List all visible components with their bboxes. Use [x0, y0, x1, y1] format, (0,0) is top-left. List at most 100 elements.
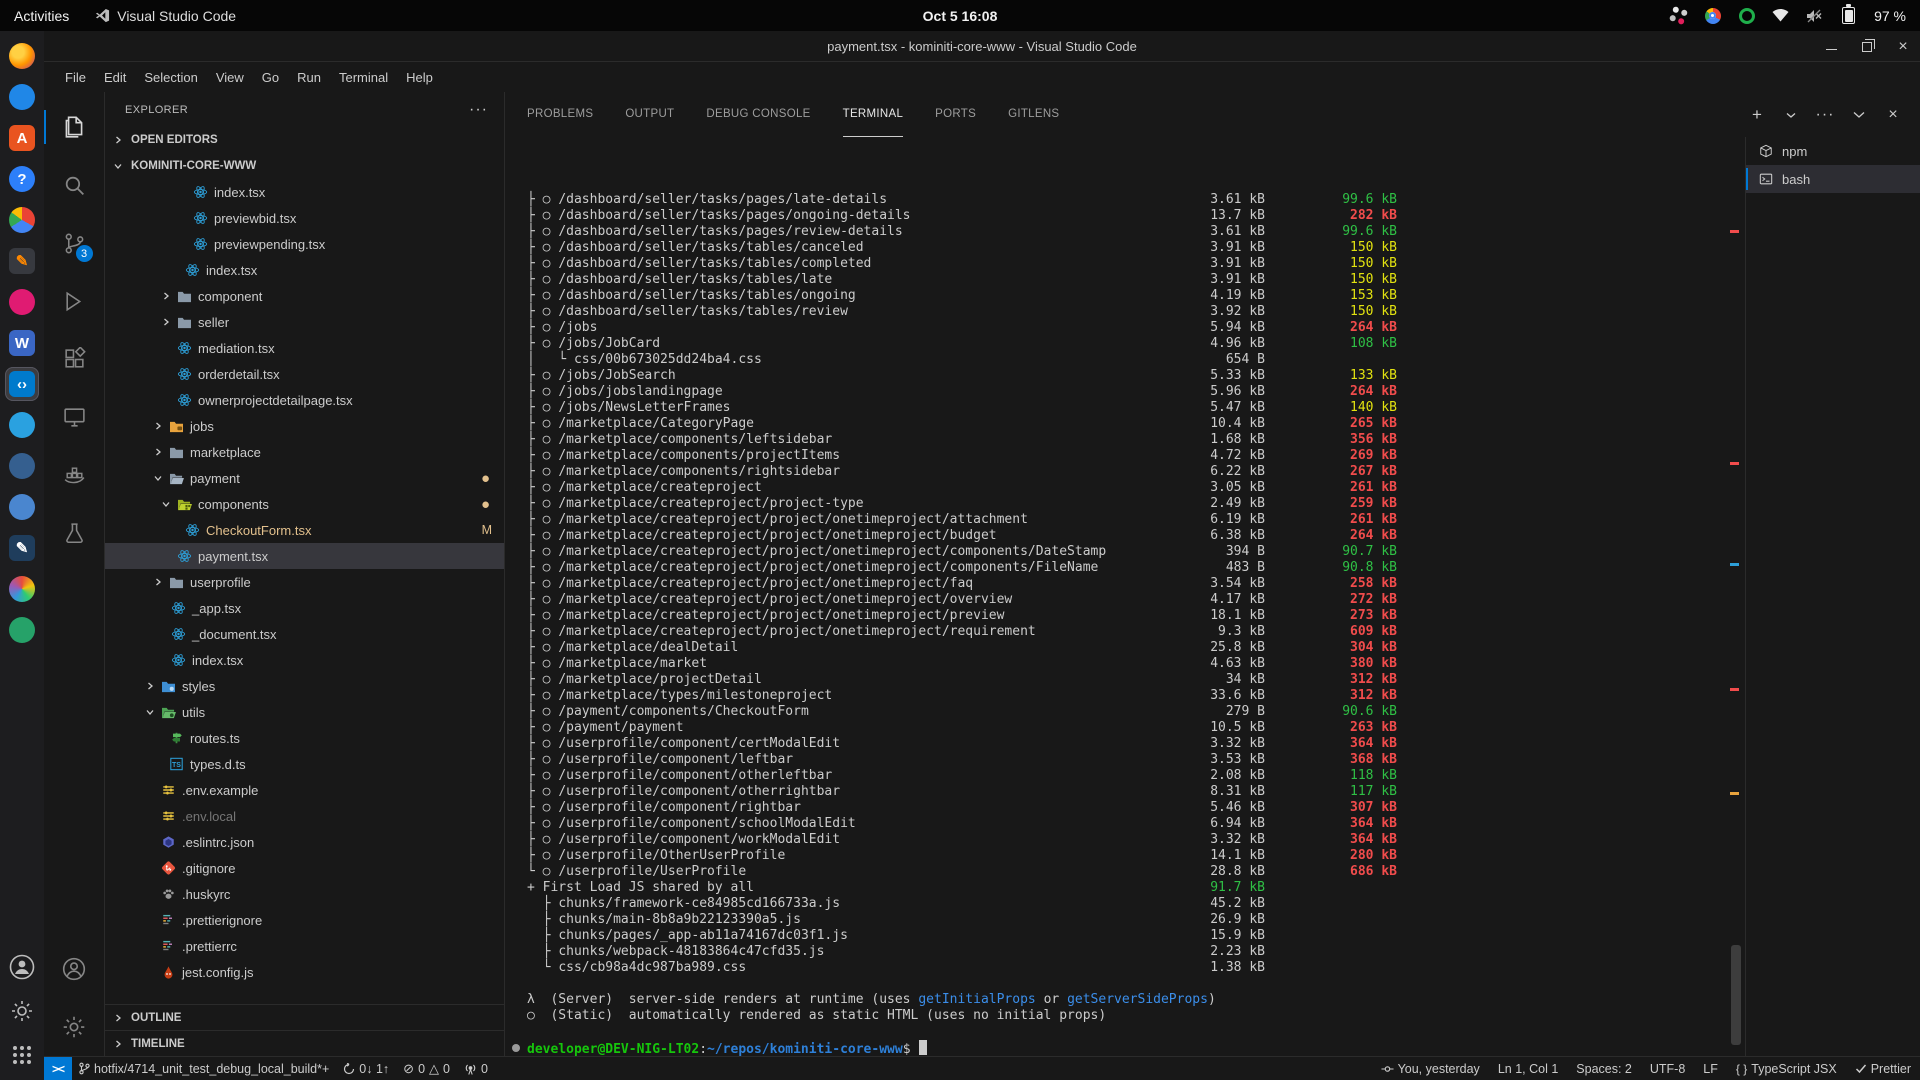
remote-indicator[interactable]: >< [44, 1057, 72, 1080]
terminal-profile-dropdown-icon[interactable] [1782, 106, 1800, 124]
menu-run[interactable]: Run [288, 66, 330, 89]
tree-item-file[interactable]: .env.example [105, 777, 504, 803]
statusbar-gitlens-blame[interactable]: You, yesterday [1372, 1057, 1489, 1080]
tree-item-folder[interactable]: components ● [105, 491, 504, 517]
activitybar-settings[interactable] [44, 998, 105, 1056]
tree-item-file[interactable]: index.tsx [105, 179, 504, 205]
notes-icon[interactable]: ✎ [5, 531, 39, 565]
root-folder-section[interactable]: KOMINITI-CORE-WWW [105, 153, 504, 179]
close-button[interactable]: × [1896, 40, 1910, 54]
statusbar-encoding[interactable]: UTF-8 [1641, 1057, 1694, 1080]
palette-icon[interactable] [5, 572, 39, 606]
tree-item-file[interactable]: TS types.d.ts [105, 751, 504, 777]
firefox-icon[interactable] [5, 39, 39, 73]
terminal-output[interactable]: ├ ○ /dashboard/seller/tasks/pages/late-d… [505, 137, 1727, 1056]
activitybar-testing[interactable] [44, 504, 105, 562]
vscode-icon[interactable]: ‹› [5, 367, 39, 401]
minimize-button[interactable] [1824, 40, 1838, 54]
tree-item-folder[interactable]: utils [105, 699, 504, 725]
clock[interactable]: Oct 5 16:08 [923, 0, 998, 31]
volume-muted-icon[interactable] [1806, 7, 1823, 24]
tree-item-folder[interactable]: seller [105, 309, 504, 335]
activitybar-extensions[interactable] [44, 330, 105, 388]
panel-tab-gitlens[interactable]: GITLENS [1008, 92, 1059, 137]
explorer-more-actions-icon[interactable]: ··· [469, 101, 488, 119]
panel-tab-terminal[interactable]: TERMINAL [843, 92, 904, 137]
terminal-scrollbar[interactable] [1727, 137, 1745, 1056]
focused-app-menu[interactable]: Visual Studio Code [95, 8, 236, 24]
terminal-link[interactable]: getServerSideProps [1067, 992, 1208, 1007]
menu-edit[interactable]: Edit [95, 66, 135, 89]
tree-item-file[interactable]: .prettierignore [105, 907, 504, 933]
tree-item-file[interactable]: .huskyrc [105, 881, 504, 907]
activitybar-source-control[interactable]: 3 [44, 214, 105, 272]
wiki-icon[interactable]: W [5, 326, 39, 360]
open-editors-section[interactable]: OPEN EDITORS [105, 127, 504, 153]
title-bar[interactable]: payment.tsx - kominiti-core-www - Visual… [44, 31, 1920, 62]
tree-item-folder[interactable]: component [105, 283, 504, 309]
tree-item-file[interactable]: .env.local [105, 803, 504, 829]
panel-more-actions-icon[interactable]: ··· [1816, 106, 1834, 124]
tree-item-file[interactable]: _document.tsx [105, 621, 504, 647]
terminal-link[interactable]: getInitialProps [918, 992, 1035, 1007]
dock-settings-gear-icon[interactable] [5, 994, 39, 1028]
menu-selection[interactable]: Selection [135, 66, 206, 89]
tree-item-file[interactable]: .prettierrc [105, 933, 504, 959]
terminal-prompt[interactable]: developer@DEV-NIG-LT02:~/repos/kominiti-… [527, 1040, 1727, 1056]
menu-go[interactable]: Go [253, 66, 288, 89]
thunderbird-icon[interactable] [5, 80, 39, 114]
tree-item-file[interactable]: ownerprojectdetailpage.tsx [105, 387, 504, 413]
activities-button[interactable]: Activities [14, 8, 69, 24]
statusbar-language-mode[interactable]: { } TypeScript JSX [1727, 1057, 1846, 1080]
tree-item-folder[interactable]: styles [105, 673, 504, 699]
command-decoration-icon[interactable] [512, 1044, 520, 1052]
tree-item-file[interactable]: index.tsx [105, 257, 504, 283]
outline-section[interactable]: OUTLINE [105, 1004, 504, 1030]
menu-view[interactable]: View [207, 66, 253, 89]
timeline-section[interactable]: TIMELINE [105, 1030, 504, 1056]
backups-icon[interactable] [1738, 7, 1755, 24]
tree-item-folder[interactable]: marketplace [105, 439, 504, 465]
menu-terminal[interactable]: Terminal [330, 66, 397, 89]
user-avatar-icon[interactable] [5, 950, 39, 984]
chrome-icon[interactable] [5, 203, 39, 237]
statusbar-indentation[interactable]: Spaces: 2 [1567, 1057, 1641, 1080]
help-icon[interactable]: ? [5, 162, 39, 196]
tree-item-file[interactable]: previewpending.tsx [105, 231, 504, 257]
settings-blue-icon[interactable] [5, 490, 39, 524]
new-terminal-icon[interactable]: + [1748, 106, 1766, 124]
tree-item-file[interactable]: jest.config.js [105, 959, 504, 985]
activitybar-explorer[interactable] [44, 98, 105, 156]
tree-item-folder[interactable]: payment ● [105, 465, 504, 491]
sync-indicator[interactable]: 0↓ 1↑ [336, 1057, 396, 1080]
statusbar-cursor-position[interactable]: Ln 1, Col 1 [1489, 1057, 1567, 1080]
statusbar-eol[interactable]: LF [1694, 1057, 1727, 1080]
menu-file[interactable]: File [56, 66, 95, 89]
tree-item-file[interactable]: previewbid.tsx [105, 205, 504, 231]
tree-item-file[interactable]: orderdetail.tsx [105, 361, 504, 387]
panel-minimize-icon[interactable] [1850, 106, 1868, 124]
wifi-icon[interactable] [1772, 7, 1789, 24]
activitybar-docker[interactable] [44, 446, 105, 504]
tree-item-folder[interactable]: jobs [105, 413, 504, 439]
docker-icon[interactable] [5, 449, 39, 483]
activitybar-accounts[interactable] [44, 940, 105, 998]
chrome-icon[interactable] [1704, 7, 1721, 24]
panel-tab-ports[interactable]: PORTS [935, 92, 976, 137]
text-editor-icon[interactable]: ✎ [5, 244, 39, 278]
tree-item-file[interactable]: .eslintrc.json [105, 829, 504, 855]
problems-indicator[interactable]: ⊘ 0 △ 0 [396, 1057, 457, 1080]
terminal-instance-npm[interactable]: npm [1746, 137, 1920, 165]
tree-item-file[interactable]: _app.tsx [105, 595, 504, 621]
scrollbar-thumb[interactable] [1731, 945, 1741, 1045]
tree-item-file[interactable]: .gitignore [105, 855, 504, 881]
panel-tab-problems[interactable]: PROBLEMS [527, 92, 593, 137]
slack-icon[interactable] [1670, 7, 1687, 24]
app-center-icon[interactable]: A [5, 121, 39, 155]
battery-icon[interactable] [1840, 7, 1857, 24]
tree-item-file[interactable]: routes.ts [105, 725, 504, 751]
browser-swirl-icon[interactable] [5, 408, 39, 442]
activitybar-search[interactable] [44, 156, 105, 214]
git-branch-indicator[interactable]: hotfix/4714_unit_test_debug_local_build*… [72, 1057, 336, 1080]
media-app-icon[interactable] [5, 285, 39, 319]
